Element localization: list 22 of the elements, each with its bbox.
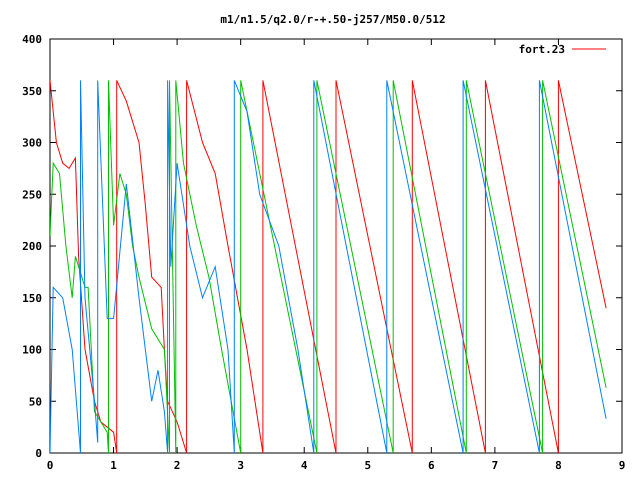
legend-label: fort.23 (518, 43, 565, 56)
y-tick-label: 0 (35, 447, 42, 460)
legend-line (572, 48, 606, 50)
x-tick-label: 8 (555, 459, 562, 472)
y-tick-label: 350 (22, 84, 42, 98)
y-tick-label: 200 (22, 240, 42, 253)
x-tick-label: 2 (174, 459, 180, 472)
chart-title: m1/n1.5/q2.0/r-+.50-j257/M50.0/512 (220, 13, 446, 26)
y-tick-label: 300 (22, 136, 42, 150)
y-tick-label: 150 (22, 292, 42, 305)
x-tick-label: 0 (46, 459, 54, 472)
x-tick-label: 7 (492, 459, 498, 472)
x-tick-label: 9 (618, 459, 626, 472)
x-tick-label: 4 (300, 459, 308, 472)
x-tick-label: 5 (364, 459, 372, 472)
x-tick-label: 6 (428, 459, 435, 472)
y-tick-label: 100 (22, 344, 42, 356)
y-tick-label: 400 (22, 33, 42, 46)
y-tick-label: 250 (22, 188, 42, 202)
y-tick-label: 50 (28, 395, 42, 408)
x-tick-label: 1 (110, 459, 117, 472)
x-tick-label: 3 (237, 459, 244, 472)
